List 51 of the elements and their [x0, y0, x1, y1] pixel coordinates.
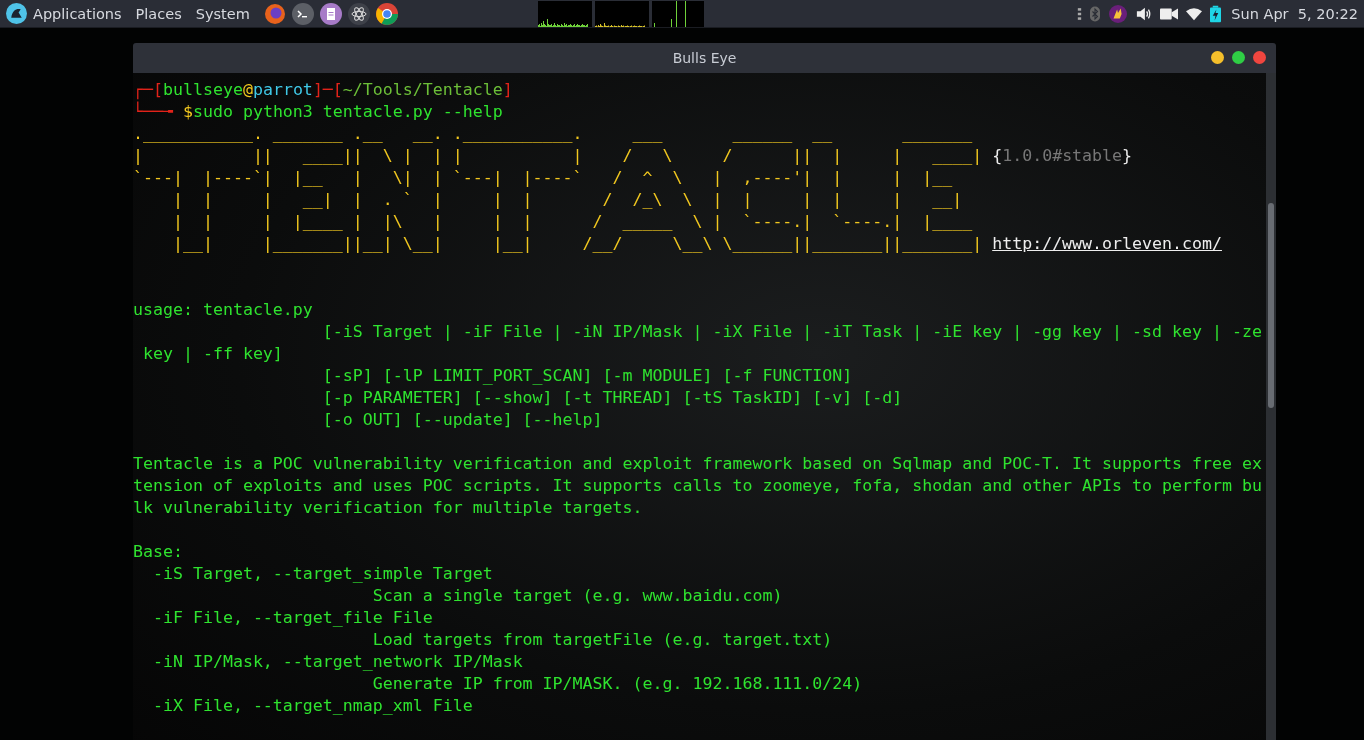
prompt-arrow: └──╼ — [133, 101, 174, 123]
window-title: Bulls Eye — [672, 50, 737, 66]
output-line: lk vulnerability verification for multiple targets. — [133, 497, 643, 519]
prompt-user: bullseye — [163, 79, 243, 101]
output-line: [-sP] [-lP LIMIT_PORT_SCAN] [-m MODULE] [-f FUNCTION] — [321, 365, 853, 387]
output-line: Tentacle is a POC vulnerability verification and exploit framework based on Sqlmap and POC-T. It supports free ex — [133, 453, 1262, 475]
ascii-art-line: `---| |----`| |__ | \| | `---| |----` / ^ \ | ,----'| | | |__ — [133, 167, 954, 189]
terminal-icon[interactable] — [291, 2, 314, 25]
prompt-bracket: ]─[ — [312, 79, 343, 101]
prompt-bracket: ┌─[ — [133, 79, 163, 101]
ascii-art-line: |__| |_______||__| \__| |__| /__/ \__\ \______||_______||_______| — [171, 233, 983, 255]
prompt-dollar: $ — [182, 101, 193, 123]
command-text: sudo python3 tentacle.py --help — [192, 101, 503, 123]
output-line: usage: tentacle.py — [133, 299, 313, 321]
ascii-art-line: | | | __| | . ` | | | / /_\ \ | | | | | __| — [171, 189, 964, 211]
output-line: -iX File, --target_nmap_xml File — [151, 695, 473, 717]
minimize-button[interactable] — [1211, 51, 1224, 64]
prompt-at: @ — [242, 79, 253, 101]
version-label: {1.0.0#stable} — [992, 145, 1133, 167]
ascii-art-line: .___________. _______ .__ __. .___________. ___ ______ __ _______ — [133, 123, 974, 145]
scrollbar-thumb[interactable] — [1268, 203, 1274, 408]
atom-icon[interactable] — [347, 2, 370, 25]
ascii-art-line: | || ____|| \ | | | | / \ / || | | ____| — [133, 145, 983, 167]
ascii-art-line: | | | |____ | |\ | | | / _____ \ | `----.| `----.| |____ — [171, 211, 974, 233]
output-line: [-p PARAMETER] [--show] [-t THREAD] [-tS TaskID] [-v] [-d] — [321, 387, 903, 409]
clock[interactable]: Sun Apr 5, 20:22 — [1231, 5, 1358, 22]
prompt-bracket: ] — [502, 79, 513, 101]
website-link[interactable]: http://www.orleven.com/ — [992, 233, 1222, 255]
bluetooth-icon[interactable] — [1090, 4, 1101, 23]
output-line: tension of exploits and uses POC scripts. It supports calls to zoomeye, fofa, shodan and other APIs to perform bu — [133, 475, 1262, 497]
output-line: Generate IP from IP/MASK. (e.g. 192.168.111.0/24) — [371, 673, 863, 695]
output-line: -iF File, --target_file File — [151, 607, 433, 629]
output-line: Scan a single target (e.g. www.baidu.com) — [371, 585, 783, 607]
output-line: Load targets from targetFile (e.g. target.txt) — [371, 629, 833, 651]
document-icon[interactable] — [319, 2, 342, 25]
output-line: -iS Target, --target_simple Target — [151, 563, 493, 585]
maximize-button[interactable] — [1232, 51, 1245, 64]
output-line: [-o OUT] [--update] [--help] — [321, 409, 603, 431]
menu-item[interactable]: System — [195, 5, 250, 22]
prompt-path: ~/Tools/Tentacle — [342, 79, 503, 101]
browser-icon[interactable] — [375, 2, 398, 25]
output-line: key | -ff key] — [142, 343, 283, 365]
output-line: Base: — [133, 541, 183, 563]
battery-icon[interactable] — [1210, 4, 1222, 23]
output-line: [-iS Target | -iF File | -iN IP/Mask | -iX File | -iT Task | -iE key | -gg key | -sd key | -ze — [321, 321, 1262, 343]
menu-item[interactable]: Places — [135, 5, 182, 22]
output-line: -iN IP/Mask, --target_network IP/Mask — [151, 651, 523, 673]
scrollbar[interactable] — [1266, 73, 1276, 740]
close-button[interactable] — [1253, 51, 1266, 64]
menu-item[interactable]: Applications — [33, 5, 122, 22]
prompt-host: parrot — [252, 79, 313, 101]
